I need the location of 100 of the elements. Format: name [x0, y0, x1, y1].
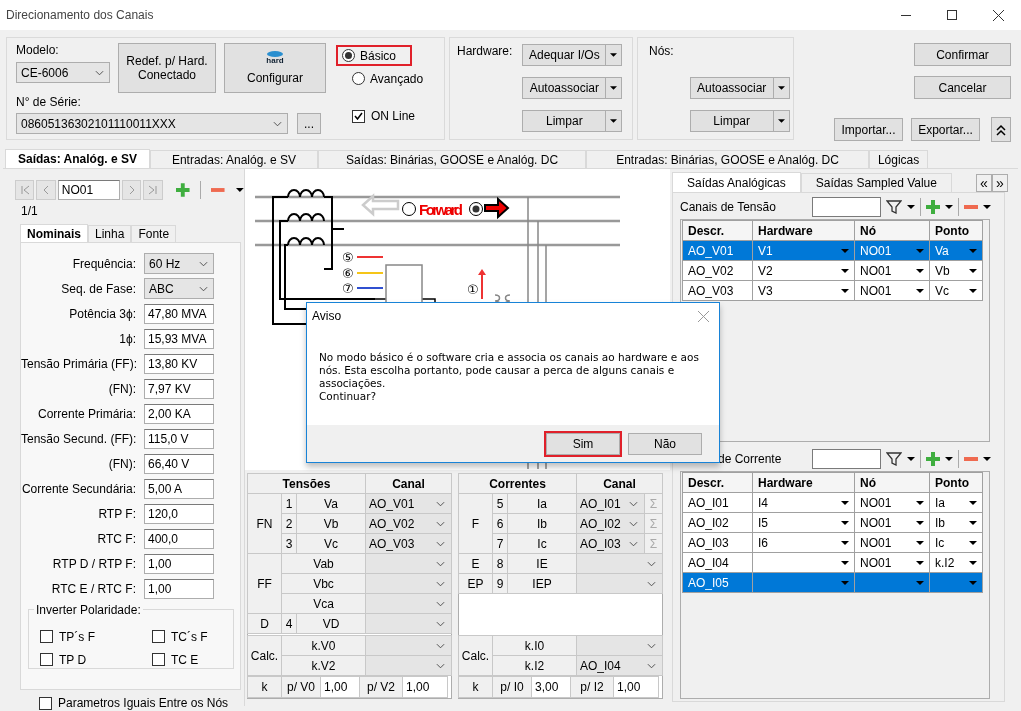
- dropdown-button[interactable]: [606, 44, 623, 66]
- direction-radio[interactable]: [402, 202, 416, 216]
- polarity-checkbox[interactable]: TC´s F: [152, 628, 242, 645]
- mode-radio[interactable]: Avançado: [346, 68, 430, 89]
- node-dropdown[interactable]: NO01: [854, 492, 930, 513]
- transfer-button[interactable]: Exportar...: [911, 118, 980, 141]
- tab[interactable]: Nominais: [20, 224, 88, 242]
- input-field[interactable]: 1,00: [144, 578, 214, 599]
- online-checkbox[interactable]: ON Line: [352, 109, 430, 123]
- action-button[interactable]: Limpar: [689, 110, 774, 132]
- add-icon[interactable]: [926, 200, 940, 214]
- point-dropdown[interactable]: Ia: [929, 492, 983, 513]
- add-icon[interactable]: [176, 183, 190, 197]
- tab[interactable]: Saídas: Analóg. e SV: [5, 149, 150, 168]
- tab[interactable]: Entradas: Binárias, GOOSE e Analóg. DC: [586, 150, 869, 168]
- polarity-checkbox[interactable]: TC E: [152, 651, 242, 668]
- input-field[interactable]: 2,00 KA: [144, 403, 214, 424]
- factor-field[interactable]: 1,00: [320, 676, 360, 698]
- node-dropdown[interactable]: NO01: [854, 532, 930, 553]
- action-button[interactable]: Limpar: [522, 110, 607, 132]
- dropdown-button[interactable]: [606, 110, 623, 132]
- input-field[interactable]: 15,93 MVA: [144, 328, 214, 349]
- mode-radio[interactable]: Básico: [336, 45, 412, 66]
- input-field[interactable]: 47,80 MVA: [144, 303, 214, 324]
- node-dropdown[interactable]: [854, 572, 930, 593]
- close-icon[interactable]: [992, 9, 1004, 21]
- select-field[interactable]: 60 Hz: [144, 253, 214, 274]
- maximize-icon[interactable]: [947, 10, 957, 20]
- dropdown-button[interactable]: [606, 77, 623, 99]
- table-row[interactable]: AO_I03 I6 NO01 Ic: [683, 533, 987, 553]
- input-field[interactable]: 120,0: [144, 503, 214, 524]
- table-row[interactable]: AO_I05: [683, 573, 987, 593]
- polarity-checkbox[interactable]: TP´s F: [40, 628, 152, 645]
- dialog-action-button[interactable]: Cancelar: [914, 76, 1011, 99]
- input-field[interactable]: 7,97 KV: [144, 378, 214, 399]
- point-dropdown[interactable]: k.I2: [929, 552, 983, 573]
- tab[interactable]: Lógicas: [868, 150, 929, 168]
- table-row[interactable]: AO_V01 V1 NO01 Va: [683, 241, 987, 261]
- dialog-button[interactable]: Não: [628, 432, 702, 455]
- action-button[interactable]: Autoassociar: [522, 77, 607, 99]
- input-field[interactable]: 1,00: [144, 553, 214, 574]
- node-dropdown[interactable]: NO01: [854, 280, 930, 301]
- input-field[interactable]: 5,00 A: [144, 478, 214, 499]
- factor-field[interactable]: 1,00: [613, 676, 659, 698]
- add-icon[interactable]: [926, 452, 940, 466]
- direction-radio[interactable]: [469, 202, 483, 216]
- tab[interactable]: Entradas: Analóg. e SV: [149, 150, 318, 168]
- hardware-dropdown[interactable]: V3: [752, 280, 855, 301]
- hardware-dropdown[interactable]: [752, 572, 855, 593]
- channel-dropdown[interactable]: AO_V02: [365, 513, 452, 534]
- factor-field[interactable]: 3,00: [531, 676, 571, 698]
- input-field[interactable]: 66,40 V: [144, 453, 214, 474]
- filter-field[interactable]: [812, 197, 881, 217]
- configure-button[interactable]: hard Configurar: [224, 43, 326, 93]
- select-field[interactable]: ABC: [144, 278, 214, 299]
- point-dropdown[interactable]: [929, 572, 983, 593]
- filter-field[interactable]: [812, 449, 881, 469]
- polarity-checkbox[interactable]: TP D: [40, 651, 152, 668]
- dialog-button[interactable]: Sim: [546, 432, 620, 455]
- input-field[interactable]: 115,0 V: [144, 428, 214, 449]
- table-row[interactable]: AO_V03 V3 NO01 Vc: [683, 281, 987, 301]
- transfer-button[interactable]: Importar...: [834, 118, 903, 141]
- table-row[interactable]: AO_I02 I5 NO01 Ib: [683, 513, 987, 533]
- node-dropdown[interactable]: NO01: [854, 512, 930, 533]
- scroll-tab-button[interactable]: »: [992, 174, 1008, 192]
- node-field[interactable]: NO01: [57, 180, 120, 200]
- reset-button[interactable]: Redef. p/ Hard. Conectado: [118, 43, 216, 93]
- input-field[interactable]: 13,80 KV: [144, 353, 214, 374]
- browse-button[interactable]: ...: [297, 113, 321, 134]
- table-row[interactable]: AO_V02 V2 NO01 Vb: [683, 261, 987, 281]
- channel-dropdown[interactable]: AO_V01: [365, 493, 452, 514]
- minimize-icon[interactable]: [901, 14, 911, 16]
- serial-dropdown[interactable]: 08605136302101110011XXX: [16, 113, 288, 134]
- action-button[interactable]: Adequar I/Os: [522, 44, 607, 66]
- tab[interactable]: Saídas: Binárias, GOOSE e Analóg. DC: [318, 150, 587, 168]
- tab[interactable]: Saídas Analógicas: [672, 172, 801, 192]
- model-dropdown[interactable]: CE-6006: [16, 62, 110, 83]
- point-dropdown[interactable]: Va: [929, 240, 983, 261]
- point-dropdown[interactable]: Vb: [929, 260, 983, 281]
- same-params-checkbox[interactable]: Parametros Iguais Entre os Nós: [39, 696, 244, 710]
- table-row[interactable]: AO_I04 NO01 k.I2: [683, 553, 987, 573]
- filter-icon[interactable]: [886, 200, 902, 214]
- channel-dropdown[interactable]: AO_I04: [576, 655, 663, 676]
- tab[interactable]: Fonte: [131, 225, 177, 242]
- scroll-tab-button[interactable]: «: [976, 174, 992, 192]
- point-dropdown[interactable]: Ic: [929, 532, 983, 553]
- collapse-button[interactable]: [991, 117, 1011, 142]
- input-field[interactable]: 400,0: [144, 528, 214, 549]
- tab[interactable]: Linha: [88, 225, 132, 242]
- point-dropdown[interactable]: Ib: [929, 512, 983, 533]
- table-row[interactable]: AO_I01 I4 NO01 Ia: [683, 493, 987, 513]
- factor-field[interactable]: 1,00: [402, 676, 448, 698]
- channel-dropdown[interactable]: AO_V03: [365, 533, 452, 554]
- point-dropdown[interactable]: Vc: [929, 280, 983, 301]
- node-dropdown[interactable]: NO01: [854, 260, 930, 281]
- action-button[interactable]: Autoassociar: [689, 77, 774, 99]
- remove-icon[interactable]: [210, 188, 225, 192]
- dialog-action-button[interactable]: Confirmar: [914, 43, 1011, 66]
- filter-icon[interactable]: [886, 452, 902, 466]
- tab[interactable]: Saídas Sampled Value: [800, 173, 952, 192]
